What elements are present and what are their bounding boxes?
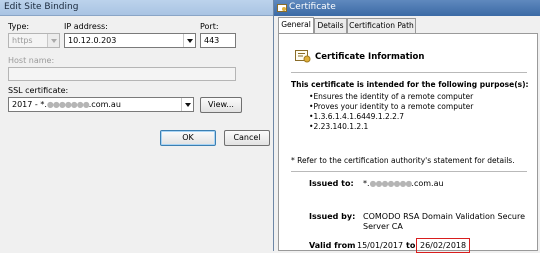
certificate-icon [277,4,287,12]
dialog-title: Certificate [289,2,336,12]
chevron-down-icon [47,34,59,47]
issued-to-suffix: .com.au [411,179,444,188]
list-item: Ensures the identity of a remote compute… [309,92,473,102]
list-item: Proves your identity to a remote compute… [309,102,473,112]
issued-to-label: Issued to: [309,179,354,188]
valid-from-label: Valid from [309,241,356,250]
issued-to-redacted: ●●●●●●● [369,179,413,188]
ok-button[interactable]: OK [160,130,216,146]
dialog-title: Edit Site Binding [4,2,79,12]
refer-note: * Refer to the certification authority's… [291,156,515,165]
list-item: 1.3.6.1.4.1.6449.1.2.2.7 [309,112,473,122]
certificate-info-heading: Certificate Information [315,52,425,62]
port-label: Port: [200,22,219,31]
issued-by-label: Issued by: [309,212,356,221]
ip-address-select[interactable]: 10.12.0.203 [64,33,196,48]
purpose-list: Ensures the identity of a remote compute… [309,92,473,132]
dialog-titlebar[interactable]: Certificate [274,0,540,16]
cancel-button[interactable]: Cancel [224,130,270,146]
ssl-certificate-redacted: ●●●●●●● [46,100,90,109]
type-value: https [12,36,33,45]
ssl-certificate-label: SSL certificate: [8,86,69,95]
certificate-icon [295,50,311,63]
ssl-certificate-suffix: .com.au [88,100,121,109]
chevron-down-icon [183,34,195,47]
host-name-input[interactable] [8,67,236,81]
ip-address-label: IP address: [64,22,108,31]
tab-general[interactable]: General [278,17,314,34]
port-input[interactable]: 443 [200,33,236,48]
dialog-titlebar[interactable]: Edit Site Binding [0,0,274,16]
certificate-dialog: Certificate General Details Certificatio… [273,0,540,253]
issued-to-value: *.●●●●●●●.com.au [363,179,444,188]
ip-address-value: 10.12.0.203 [68,36,117,45]
host-name-label: Host name: [8,56,55,65]
tab-certification-path[interactable]: Certification Path [347,18,416,33]
type-select[interactable]: https [8,33,60,48]
type-label: Type: [8,22,30,31]
valid-from-value: 15/01/2017 [357,241,404,250]
divider [291,72,527,73]
port-value: 443 [204,36,220,45]
list-item: 2.23.140.1.2.1 [309,122,473,132]
general-panel: Certificate Information This certificate… [278,33,538,253]
edit-site-binding-dialog: Edit Site Binding Type: https IP address… [0,0,274,251]
view-button[interactable]: View... [200,97,242,113]
purpose-heading: This certificate is intended for the fol… [291,80,529,89]
ssl-certificate-select[interactable]: 2017 - *.●●●●●●●.com.au [8,97,194,112]
chevron-down-icon [181,98,193,111]
issued-by-value: COMODO RSA Domain Validation Secure Serv… [363,212,526,231]
divider [291,171,527,172]
valid-to-label: to [406,241,416,250]
tab-details[interactable]: Details [314,18,347,33]
ssl-certificate-prefix: 2017 - *. [12,100,47,109]
